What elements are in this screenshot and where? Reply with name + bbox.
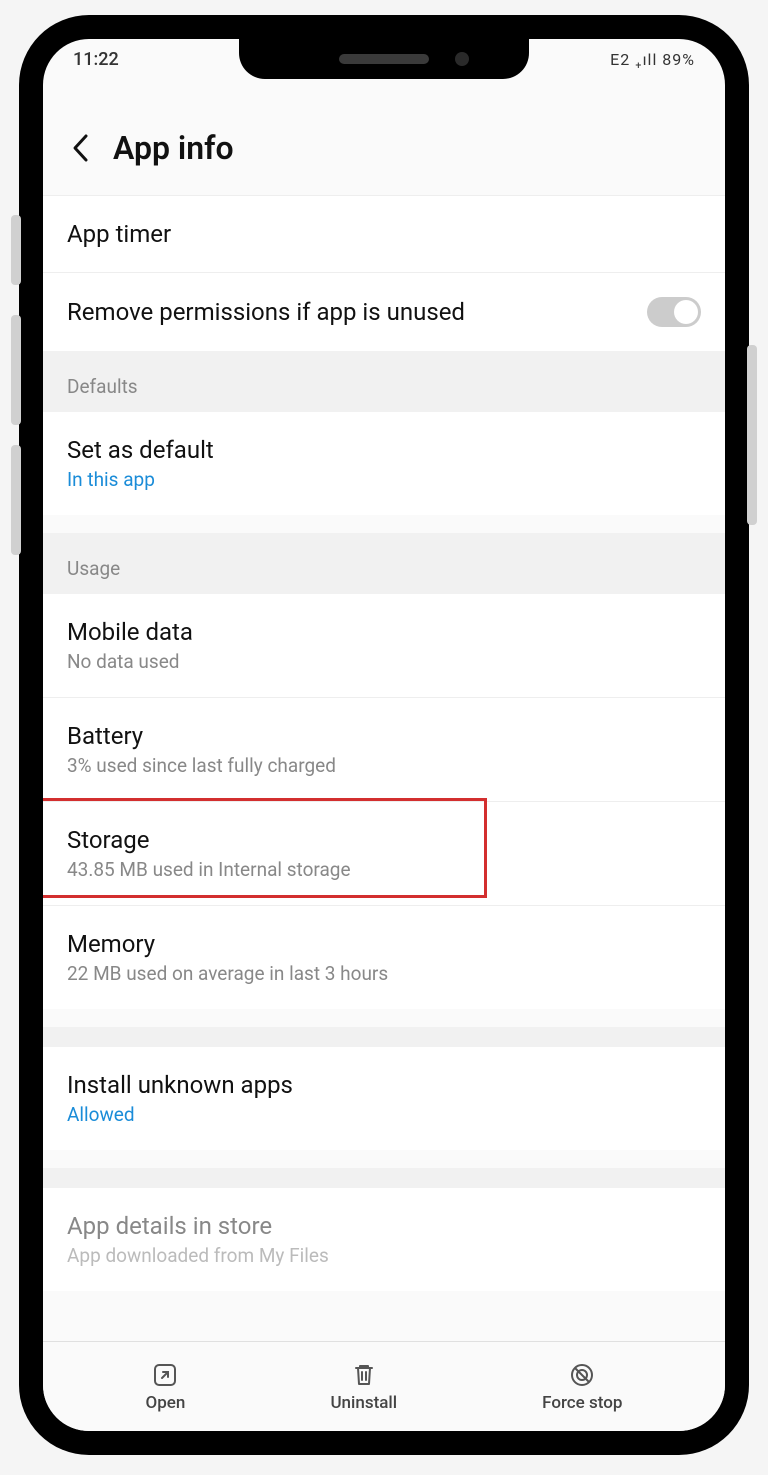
uninstall-button[interactable]: Uninstall <box>330 1361 397 1413</box>
button-label: Force stop <box>542 1393 622 1413</box>
section-header-defaults: Defaults <box>43 351 725 412</box>
screen: 11:22 E2 ₊ıll 89% App info App timer Rem… <box>43 39 725 1431</box>
list-item-label: Memory <box>67 930 701 958</box>
stop-icon <box>568 1361 596 1389</box>
toggle-switch[interactable] <box>647 297 701 327</box>
camera <box>455 52 469 66</box>
chevron-left-icon <box>71 133 89 163</box>
back-button[interactable] <box>65 133 95 163</box>
status-indicators: E2 ₊ıll 89% <box>610 50 695 69</box>
list-item-sublabel: App downloaded from My Files <box>67 1244 701 1267</box>
side-button <box>11 215 21 285</box>
memory-row[interactable]: Memory 22 MB used on average in last 3 h… <box>43 906 725 1009</box>
notch <box>239 39 529 79</box>
storage-row[interactable]: Storage 43.85 MB used in Internal storag… <box>43 802 725 906</box>
list-item-label: Install unknown apps <box>67 1071 701 1099</box>
force-stop-button[interactable]: Force stop <box>542 1361 622 1413</box>
section-gap <box>43 1027 725 1047</box>
section-gap <box>43 1168 725 1188</box>
remove-permissions-row[interactable]: Remove permissions if app is unused <box>43 273 725 351</box>
status-time: 11:22 <box>73 49 119 70</box>
button-label: Uninstall <box>330 1393 397 1413</box>
device-frame: 11:22 E2 ₊ıll 89% App info App timer Rem… <box>19 15 749 1455</box>
page-title: App info <box>113 129 234 167</box>
list-item-sublabel: No data used <box>67 650 701 673</box>
page-header: App info <box>43 79 725 195</box>
bottom-action-bar: Open Uninstall Force stop <box>43 1341 725 1431</box>
side-button <box>11 315 21 425</box>
list-item-sublabel: 3% used since last fully charged <box>67 754 701 777</box>
speaker <box>339 54 429 64</box>
list-item-label: App details in store <box>67 1212 701 1240</box>
button-label: Open <box>146 1393 186 1413</box>
mobile-data-row[interactable]: Mobile data No data used <box>43 594 725 698</box>
side-button <box>11 445 21 555</box>
trash-icon <box>350 1361 378 1389</box>
list-item-label: Battery <box>67 722 701 750</box>
open-button[interactable]: Open <box>146 1361 186 1413</box>
side-button <box>747 345 757 525</box>
list-item-sublabel: 43.85 MB used in Internal storage <box>67 858 701 881</box>
section-header-usage: Usage <box>43 533 725 594</box>
install-unknown-apps-row[interactable]: Install unknown apps Allowed <box>43 1047 725 1150</box>
app-details-row[interactable]: App details in store App downloaded from… <box>43 1188 725 1291</box>
list-item-label: Storage <box>67 826 701 854</box>
toggle-knob <box>674 300 698 324</box>
list-item-sublabel: In this app <box>67 468 701 491</box>
list-item-label: Set as default <box>67 436 701 464</box>
list-item-label: Remove permissions if app is unused <box>67 298 465 326</box>
battery-row[interactable]: Battery 3% used since last fully charged <box>43 698 725 802</box>
list-item-label: Mobile data <box>67 618 701 646</box>
list-item-label: App timer <box>67 220 701 248</box>
list-item-sublabel: 22 MB used on average in last 3 hours <box>67 962 701 985</box>
list-item-sublabel: Allowed <box>67 1103 701 1126</box>
open-icon <box>151 1361 179 1389</box>
app-timer-row[interactable]: App timer <box>43 196 725 273</box>
set-as-default-row[interactable]: Set as default In this app <box>43 412 725 515</box>
